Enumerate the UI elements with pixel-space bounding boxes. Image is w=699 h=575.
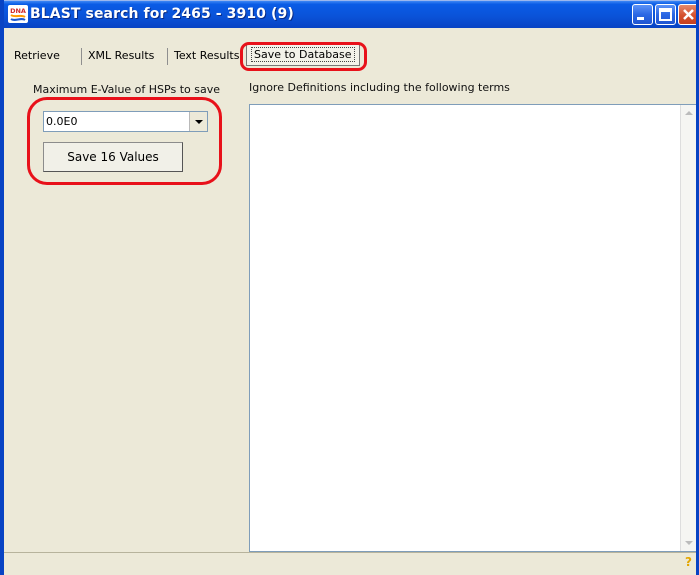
max-evalue-label: Maximum E-Value of HSPs to save — [33, 83, 220, 96]
dna-icon: DNA — [8, 5, 28, 23]
tab-xml-results[interactable]: XML Results — [84, 47, 158, 66]
tab-retrieve[interactable]: Retrieve — [10, 47, 64, 66]
app-window: DNA BLAST search for 2465 - 3910 (9) Ret… — [0, 0, 699, 575]
maximize-button[interactable] — [655, 4, 676, 25]
scroll-down-icon[interactable] — [681, 535, 696, 551]
scroll-up-icon[interactable] — [681, 105, 696, 121]
tab-text-results[interactable]: Text Results — [170, 47, 243, 66]
minimize-button[interactable] — [632, 4, 653, 25]
ignore-terms-textarea[interactable] — [249, 104, 696, 552]
maximize-icon — [659, 8, 672, 21]
help-icon[interactable]: ? — [685, 555, 692, 569]
title-bar[interactable]: DNA BLAST search for 2465 - 3910 (9) — [4, 0, 696, 28]
close-icon — [683, 9, 694, 20]
vertical-scrollbar[interactable] — [680, 105, 696, 551]
status-bar: ? — [4, 552, 696, 575]
window-title: BLAST search for 2465 - 3910 (9) — [30, 6, 294, 22]
highlight-marker-tab — [240, 42, 367, 71]
minimize-icon — [637, 17, 644, 20]
ignore-definitions-label: Ignore Definitions including the followi… — [249, 81, 510, 94]
tab-divider — [81, 48, 82, 65]
svg-text:DNA: DNA — [10, 7, 26, 15]
highlight-marker-left — [27, 97, 222, 185]
tab-divider — [167, 48, 168, 65]
close-button[interactable] — [678, 4, 696, 25]
